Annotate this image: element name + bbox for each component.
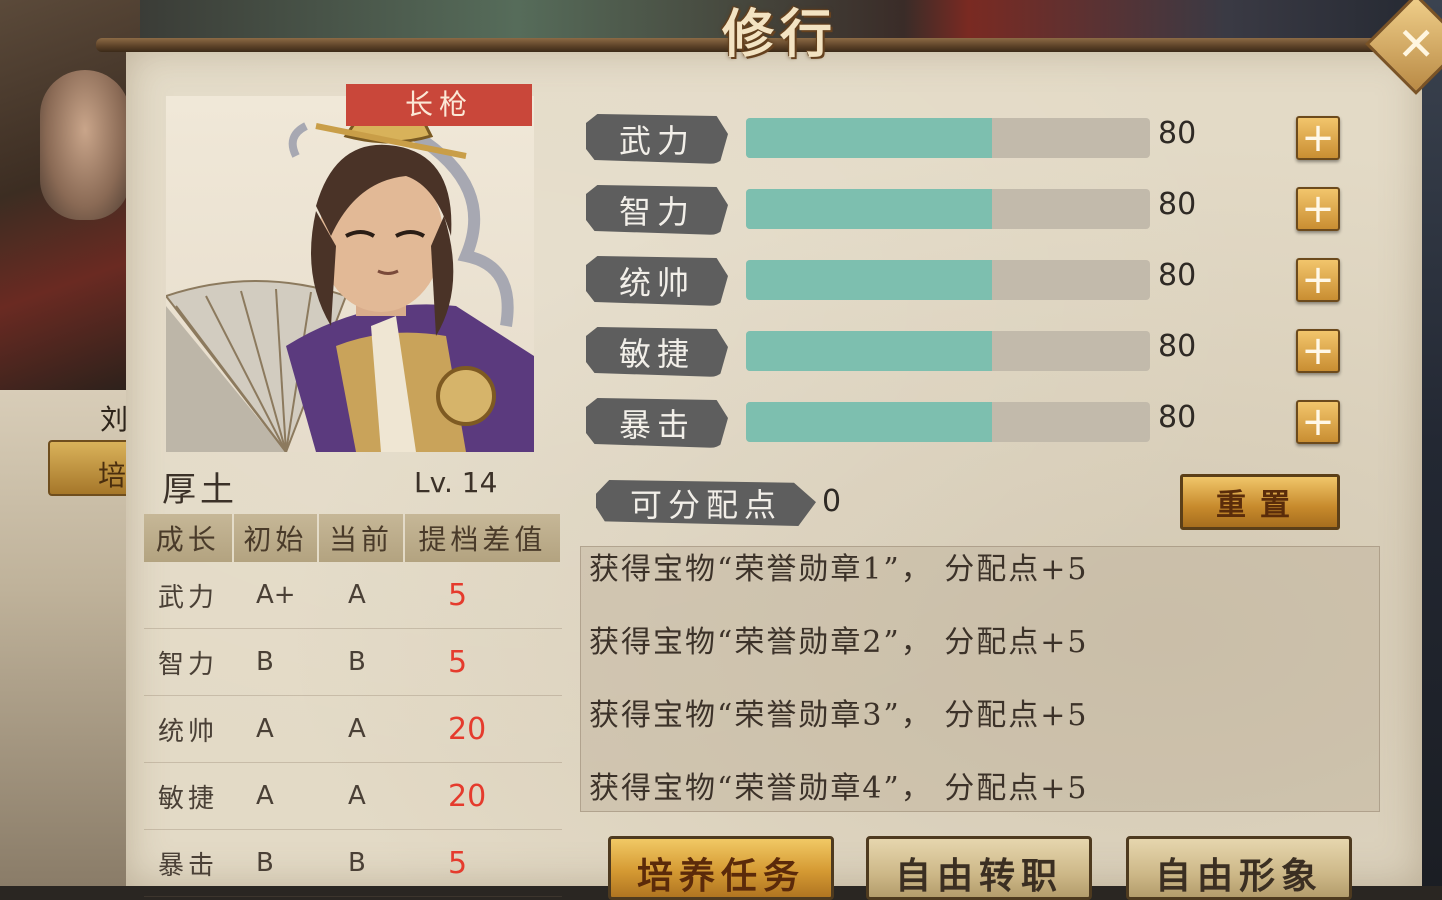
stat-value: 80 xyxy=(1158,400,1197,435)
table-row: 武力 A+ A 5 xyxy=(144,562,562,629)
log-item: 获得宝物“荣誉勋章1”， 分配点+5 xyxy=(589,552,1089,587)
stat-row-command: 统帅 80 + xyxy=(586,256,1356,306)
row-diff: 5 xyxy=(448,577,468,613)
weapon-tag: 长枪 xyxy=(346,84,532,126)
growth-table: 成长 初始 当前 提档差值 武力 A+ A 5 智力 B B 5 统帅 A A … xyxy=(144,514,562,897)
row-stat: 暴击 xyxy=(158,850,219,881)
log-item: 获得宝物“荣誉勋章2”， 分配点+5 xyxy=(589,625,1089,660)
row-diff: 5 xyxy=(448,644,468,680)
row-diff: 5 xyxy=(448,845,468,881)
row-current: A xyxy=(348,781,366,811)
stat-label: 暴击 xyxy=(586,398,728,448)
growth-table-header: 成长 初始 当前 提档差值 xyxy=(144,514,562,562)
row-stat: 智力 xyxy=(158,649,219,680)
available-points-label: 可分配点 xyxy=(596,480,816,526)
stat-row-intelligence: 智力 80 + xyxy=(586,185,1356,235)
row-initial: A+ xyxy=(256,580,296,610)
row-current: A xyxy=(348,580,366,610)
free-appearance-button[interactable]: 自由形象 xyxy=(1126,836,1352,900)
row-diff: 20 xyxy=(448,778,487,814)
stat-bar-fill xyxy=(746,118,993,158)
header-current: 当前 xyxy=(319,514,403,562)
available-points-value: 0 xyxy=(822,484,842,519)
stat-row-critical: 暴击 80 + xyxy=(586,398,1356,448)
stat-bar-fill xyxy=(746,189,993,229)
close-icon: ✕ xyxy=(1396,16,1436,71)
stat-value: 80 xyxy=(1158,116,1197,151)
stat-label: 智力 xyxy=(586,185,728,235)
log-item: 获得宝物“荣誉勋章3”， 分配点+5 xyxy=(589,698,1089,733)
stat-bar xyxy=(746,331,1150,371)
row-current: B xyxy=(348,647,366,677)
header-growth: 成长 xyxy=(144,514,232,562)
stat-row-strength: 武力 80 + xyxy=(586,114,1356,164)
background-train-button[interactable]: 培 xyxy=(48,440,138,496)
stat-value: 80 xyxy=(1158,258,1197,293)
free-transfer-button[interactable]: 自由转职 xyxy=(866,836,1092,900)
stat-label: 统帅 xyxy=(586,256,728,306)
row-current: B xyxy=(348,848,366,878)
stat-label: 敏捷 xyxy=(586,327,728,377)
row-current: A xyxy=(348,714,366,744)
header-diff: 提档差值 xyxy=(404,514,561,562)
hero-portrait xyxy=(166,96,534,452)
log-item: 获得宝物“荣誉勋章4”， 分配点+5 xyxy=(589,771,1089,806)
hero-name: 厚土 xyxy=(162,470,238,510)
row-stat: 武力 xyxy=(158,582,219,613)
background-face xyxy=(40,70,130,220)
training-task-button[interactable]: 培养任务 xyxy=(608,836,834,900)
table-row: 智力 B B 5 xyxy=(144,629,562,696)
stat-label: 武力 xyxy=(586,114,728,164)
stat-row-agility: 敏捷 80 + xyxy=(586,327,1356,377)
add-critical-button[interactable]: + xyxy=(1296,400,1340,444)
stat-bar xyxy=(746,118,1150,158)
background-hero-name: 刘 xyxy=(100,403,129,436)
hero-level: Lv. 14 xyxy=(414,466,498,499)
stat-bar xyxy=(746,402,1150,442)
row-diff: 20 xyxy=(448,711,487,747)
add-intelligence-button[interactable]: + xyxy=(1296,187,1340,231)
add-agility-button[interactable]: + xyxy=(1296,329,1340,373)
stat-bar-fill xyxy=(746,402,993,442)
stat-bar-fill xyxy=(746,260,993,300)
row-initial: B xyxy=(256,848,274,878)
row-initial: A xyxy=(256,714,274,744)
stat-value: 80 xyxy=(1158,329,1197,364)
row-initial: B xyxy=(256,647,274,677)
header-initial: 初始 xyxy=(233,514,318,562)
stat-bar xyxy=(746,260,1150,300)
row-stat: 敏捷 xyxy=(158,783,219,814)
table-row: 敏捷 A A 20 xyxy=(144,763,562,830)
add-command-button[interactable]: + xyxy=(1296,258,1340,302)
table-row: 统帅 A A 20 xyxy=(144,696,562,763)
reset-button[interactable]: 重置 xyxy=(1180,474,1340,530)
add-strength-button[interactable]: + xyxy=(1296,116,1340,160)
points-log[interactable]: 获得宝物“荣誉勋章1”， 分配点+5 获得宝物“荣誉勋章2”， 分配点+5 获得… xyxy=(580,546,1380,812)
panel-title: 修行 xyxy=(721,4,838,65)
stat-value: 80 xyxy=(1158,187,1197,222)
stat-bar-fill xyxy=(746,331,993,371)
stat-bar xyxy=(746,189,1150,229)
hero-portrait-art xyxy=(166,104,534,452)
row-stat: 统帅 xyxy=(158,716,219,747)
row-initial: A xyxy=(256,781,274,811)
table-row: 暴击 B B 5 xyxy=(144,830,562,897)
